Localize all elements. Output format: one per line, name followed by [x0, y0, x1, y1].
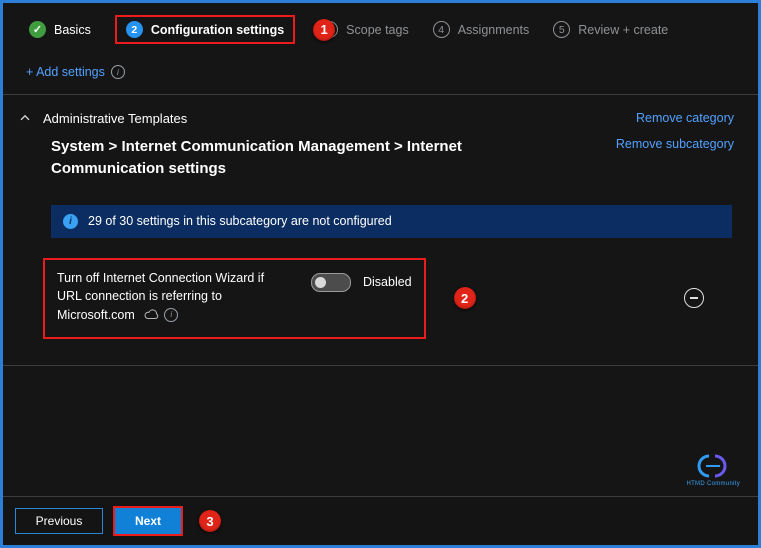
empty-space	[3, 366, 758, 496]
step-assignments[interactable]: 4 Assignments	[432, 21, 530, 38]
step-configuration-settings[interactable]: 2 Configuration settings	[114, 15, 296, 44]
setting-turn-off-internet-connection-wizard: Turn off Internet Connection Wizard if U…	[43, 257, 426, 339]
step-review-create[interactable]: 5 Review + create	[553, 21, 668, 38]
remove-category-link[interactable]: Remove category	[636, 111, 734, 125]
info-banner-text: 29 of 30 settings in this subcategory ar…	[88, 214, 392, 228]
step-scope-tags-label: Scope tags	[346, 22, 409, 37]
step-assignments-label: Assignments	[457, 22, 530, 37]
collapse-chevron-icon[interactable]	[17, 110, 33, 126]
annotation-3: 3	[199, 510, 221, 532]
cloud-icon	[144, 309, 159, 320]
info-icon: i	[110, 65, 125, 79]
step-basics[interactable]: ✓ Basics	[29, 21, 91, 38]
step-basics-label: Basics	[54, 22, 91, 37]
remove-subcategory-link[interactable]: Remove subcategory	[616, 137, 734, 151]
toggle-group: Disabled	[311, 272, 412, 292]
logo-glyph-icon	[697, 454, 727, 478]
category-title: Administrative Templates	[43, 110, 188, 126]
step-2-number-icon: 2	[125, 21, 143, 38]
check-icon: ✓	[29, 21, 46, 38]
next-button[interactable]: Next	[115, 508, 181, 534]
category-header-row: Administrative Templates Remove category	[17, 110, 734, 126]
htmd-community-logo: HTMD Community	[686, 452, 740, 487]
next-button-highlight: Next	[113, 506, 183, 536]
annotation-1: 1	[313, 18, 336, 41]
step-configuration-settings-label: Configuration settings	[150, 22, 285, 37]
setting-row: Turn off Internet Connection Wizard if U…	[43, 257, 732, 339]
step-5-number-icon: 5	[553, 21, 571, 38]
toggle-knob	[315, 276, 326, 288]
info-icon: i	[63, 213, 78, 229]
add-settings-row: + Add settings i	[26, 65, 758, 79]
subcategory-heading: System > Internet Communication Manageme…	[51, 138, 462, 177]
logo-caption: HTMD Community	[686, 481, 740, 487]
info-banner: i 29 of 30 settings in this subcategory …	[51, 204, 732, 238]
wizard-footer: Previous Next 3	[3, 496, 758, 545]
subcategory-header-row: System > Internet Communication Manageme…	[51, 136, 734, 180]
toggle-state-label: Disabled	[363, 275, 412, 289]
step-review-create-label: Review + create	[578, 22, 669, 37]
step-4-number-icon: 4	[432, 21, 450, 38]
step-scope-tags[interactable]: 3 Scope tags 1	[313, 18, 409, 41]
remove-setting-icon[interactable]	[684, 288, 704, 309]
minus-dash	[690, 297, 698, 299]
administrative-templates-section: Administrative Templates Remove category…	[3, 95, 758, 366]
wizard-steps: ✓ Basics 2 Configuration settings 3 Scop…	[3, 3, 758, 52]
setting-inline-icons: i	[144, 307, 179, 322]
previous-button[interactable]: Previous	[15, 508, 103, 534]
info-icon[interactable]: i	[164, 307, 179, 322]
add-settings-link[interactable]: + Add settings	[26, 65, 105, 79]
setting-toggle[interactable]	[311, 272, 351, 292]
setting-label-wrap: Turn off Internet Connection Wizard if U…	[57, 269, 285, 325]
annotation-2: 2	[453, 287, 476, 310]
intune-profile-wizard-window: ✓ Basics 2 Configuration settings 3 Scop…	[0, 0, 761, 548]
